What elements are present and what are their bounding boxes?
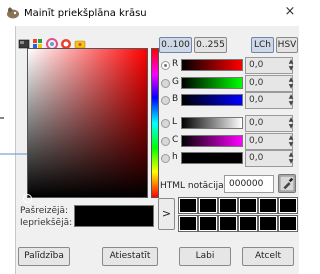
add-to-history-button[interactable]: > [158, 198, 175, 230]
channel-b-label: B [172, 94, 179, 104]
spin-up-icon[interactable]: ▲ [289, 151, 294, 158]
channel-h-label: h [172, 152, 178, 162]
reset-button[interactable]: Atiestatīt [102, 247, 158, 266]
history-swatch[interactable] [218, 197, 238, 214]
spin-up-icon[interactable]: ▲ [289, 76, 294, 83]
range-0-100-button[interactable]: 0..100 [159, 37, 192, 53]
hsv-button[interactable]: HSV [276, 37, 298, 53]
cancel-button[interactable]: Atcelt [242, 247, 294, 266]
spin-up-icon[interactable]: ▲ [289, 93, 294, 100]
history-swatch[interactable] [178, 215, 198, 232]
channel-c-value[interactable]: 0,0 [245, 133, 293, 150]
saturation-value-area[interactable] [27, 48, 148, 198]
channel-row-c: C 0,0 ▲ ▼ [161, 133, 298, 150]
current-color-swatch [74, 205, 154, 227]
close-button[interactable]: × [283, 5, 297, 19]
channel-g-spin[interactable]: ▲ ▼ [287, 76, 295, 90]
channel-row-b: B 0,0 ▲ ▼ [161, 92, 298, 109]
channel-r-spin[interactable]: ▲ ▼ [287, 58, 295, 72]
channel-h-radio[interactable] [161, 154, 170, 163]
eyedropper-button[interactable] [278, 174, 296, 193]
channel-row-g: G 0,0 ▲ ▼ [161, 75, 298, 92]
channel-h-value[interactable]: 0,0 [245, 150, 293, 167]
html-notation-label: HTML notācija: [160, 181, 227, 191]
channel-l-slider[interactable] [181, 117, 243, 129]
history-swatch[interactable] [238, 197, 258, 214]
channel-g-label: G [172, 77, 179, 87]
spin-down-icon[interactable]: ▼ [289, 123, 294, 130]
lch-button[interactable]: LCh [251, 37, 274, 53]
channel-row-l: L 0,0 ▲ ▼ [161, 115, 298, 132]
range-0-255-button[interactable]: 0..255 [194, 37, 227, 53]
spin-up-icon[interactable]: ▲ [289, 58, 294, 65]
channel-l-value[interactable]: 0,0 [245, 115, 293, 132]
ok-button[interactable]: Labi [179, 247, 231, 266]
spin-up-icon[interactable]: ▲ [289, 116, 294, 123]
history-swatch[interactable] [258, 197, 278, 214]
channel-c-spin[interactable]: ▲ ▼ [287, 134, 295, 148]
history-swatch[interactable] [178, 197, 198, 214]
channel-l-label: L [172, 117, 178, 127]
hue-strip[interactable] [151, 48, 159, 198]
channel-b-value[interactable]: 0,0 [245, 92, 293, 109]
old-color-label: Iepriekšējā: [20, 218, 73, 228]
help-button[interactable]: Palīdzība [18, 247, 70, 266]
window-title: Mainīt priekšplāna krāsu [24, 8, 147, 19]
channel-g-slider[interactable] [181, 77, 243, 89]
channel-h-slider[interactable] [181, 152, 243, 164]
channel-b-value-text: 0,0 [249, 95, 264, 105]
history-swatch[interactable] [278, 215, 298, 232]
channel-c-radio[interactable] [161, 137, 170, 146]
spin-up-icon[interactable]: ▲ [289, 134, 294, 141]
channel-g-radio[interactable] [161, 79, 170, 88]
channel-g-value-text: 0,0 [249, 78, 264, 88]
history-swatch[interactable] [258, 215, 278, 232]
channel-l-value-text: 0,0 [249, 118, 264, 128]
channel-c-value-text: 0,0 [249, 136, 264, 146]
gimp-app-icon [7, 7, 19, 19]
channel-b-radio[interactable] [161, 96, 170, 105]
color-history-grid [178, 197, 298, 232]
channel-l-radio[interactable] [161, 119, 170, 128]
sv-cursor[interactable] [23, 194, 32, 203]
history-swatch[interactable] [218, 215, 238, 232]
channel-h-spin[interactable]: ▲ ▼ [287, 151, 295, 165]
channel-r-radio[interactable] [161, 61, 170, 70]
spin-down-icon[interactable]: ▼ [289, 83, 294, 90]
channel-c-label: C [172, 135, 179, 145]
channel-h-value-text: 0,0 [249, 153, 264, 163]
channel-c-slider[interactable] [181, 135, 243, 147]
history-swatch[interactable] [198, 197, 218, 214]
html-notation-input[interactable]: 000000 [224, 175, 274, 193]
channel-l-spin[interactable]: ▲ ▼ [287, 116, 295, 130]
current-color-label: Pašreizējā: [20, 206, 69, 216]
spin-down-icon[interactable]: ▼ [289, 100, 294, 107]
channel-g-value[interactable]: 0,0 [245, 75, 293, 92]
channel-r-slider[interactable] [181, 59, 243, 71]
history-swatch[interactable] [278, 197, 298, 214]
channel-r-value[interactable]: 0,0 [245, 57, 293, 74]
history-swatch[interactable] [198, 215, 218, 232]
channel-row-r: R 0,0 ▲ ▼ [161, 57, 298, 74]
channel-r-label: R [172, 59, 179, 69]
channel-b-slider[interactable] [181, 94, 243, 106]
spin-down-icon[interactable]: ▼ [289, 141, 294, 148]
channel-row-h: h 0,0 ▲ ▼ [161, 150, 298, 167]
channel-r-value-text: 0,0 [249, 60, 264, 70]
history-swatch[interactable] [238, 215, 258, 232]
spin-down-icon[interactable]: ▼ [289, 158, 294, 165]
channel-b-spin[interactable]: ▲ ▼ [287, 93, 295, 107]
spin-down-icon[interactable]: ▼ [289, 65, 294, 72]
